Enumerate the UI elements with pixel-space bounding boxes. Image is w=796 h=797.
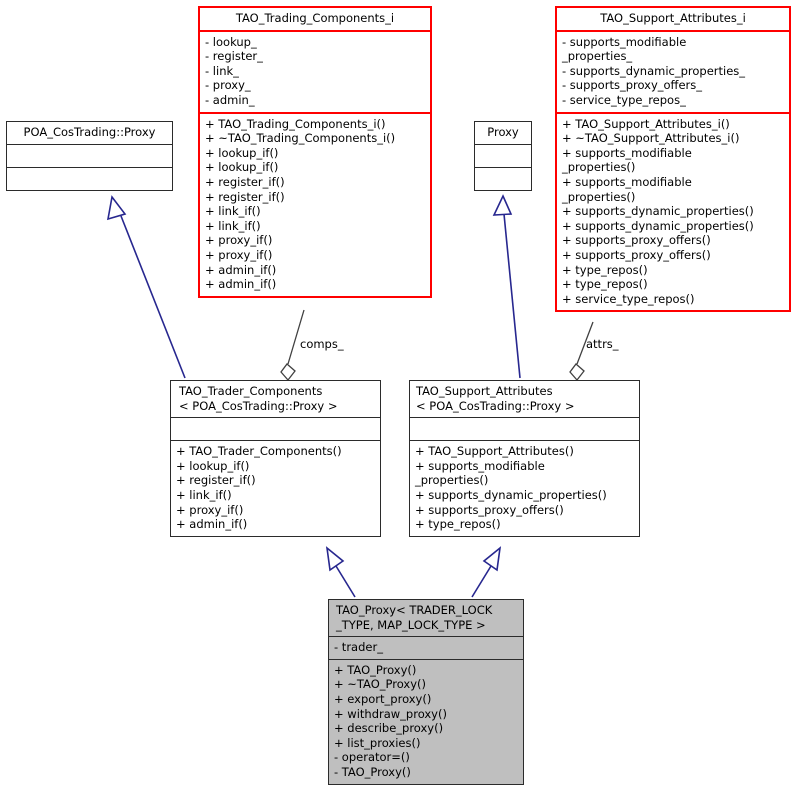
- inheritance-trader-components-to-poa-proxy: [106, 195, 186, 379]
- member-row: + type_repos(): [562, 262, 648, 277]
- member-row: + supports_modifiable _properties(): [415, 458, 545, 488]
- class-title: TAO_Trader_Components < POA_CosTrading::…: [179, 384, 338, 413]
- member-row: + TAO_Support_Attributes_i(): [562, 116, 730, 131]
- member-row: + admin_if(): [176, 517, 248, 532]
- class-tao-proxy[interactable]: TAO_Proxy< TRADER_LOCK _TYPE, MAP_LOCK_T…: [328, 599, 524, 785]
- class-poa-costrading-proxy[interactable]: POA_CosTrading::Proxy: [6, 121, 173, 191]
- class-attributes-section: - trader_: [329, 636, 523, 659]
- class-tao-support-attributes[interactable]: TAO_Support_Attributes < POA_CosTrading:…: [409, 380, 640, 537]
- aggregation-attrs: [569, 321, 594, 382]
- inheritance-support-attributes-to-proxy: [492, 194, 521, 379]
- member-row: + link_if(): [205, 218, 261, 233]
- member-row: + admin_if(): [205, 277, 277, 292]
- member-row: + lookup_if(): [205, 145, 279, 160]
- member-row: + ~TAO_Support_Attributes_i(): [562, 131, 740, 146]
- member-row: + type_repos(): [562, 277, 648, 292]
- member-row: - admin_: [205, 92, 255, 107]
- inheritance-tao-proxy-to-trader-components: [325, 546, 356, 598]
- member-row: + TAO_Trader_Components(): [176, 444, 342, 459]
- member-row: + TAO_Support_Attributes(): [415, 444, 574, 459]
- member-row: + supports_proxy_offers(): [415, 502, 564, 517]
- class-title: TAO_Proxy< TRADER_LOCK _TYPE, MAP_LOCK_T…: [336, 603, 493, 632]
- member-row: + supports_modifiable _properties(): [562, 145, 692, 175]
- class-title: TAO_Support_Attributes < POA_CosTrading:…: [416, 384, 575, 413]
- member-row: + link_if(): [176, 487, 232, 502]
- class-attributes-section: [410, 417, 639, 440]
- member-row: + ~TAO_Trading_Components_i(): [205, 131, 396, 146]
- member-row: - supports_proxy_offers_: [562, 78, 703, 93]
- edge-label-comps: comps_: [300, 337, 344, 351]
- class-title: TAO_Trading_Components_i: [235, 11, 395, 25]
- member-row: - trader_: [334, 640, 383, 655]
- member-row: + supports_dynamic_properties(): [562, 218, 754, 233]
- class-operations-section: + TAO_Trading_Components_i() + ~TAO_Tradi…: [200, 111, 430, 296]
- class-attributes-section: [171, 417, 380, 440]
- member-row: - lookup_: [205, 34, 257, 49]
- member-row: + describe_proxy(): [334, 721, 444, 736]
- class-operations-section: + TAO_Trader_Components() + lookup_if() + …: [171, 440, 380, 536]
- member-row: - service_type_repos_: [562, 92, 686, 107]
- member-row: + admin_if(): [205, 262, 277, 277]
- member-row: - operator=(): [334, 750, 410, 765]
- member-row: + service_type_repos(): [562, 291, 695, 306]
- class-tao-trading-components-i[interactable]: TAO_Trading_Components_i - lookup_ - regi…: [198, 6, 432, 298]
- class-operations-section: + TAO_Support_Attributes() + supports_mod…: [410, 440, 639, 536]
- class-attributes-section: [475, 143, 531, 167]
- member-row: + supports_proxy_offers(): [562, 247, 711, 262]
- class-operations-section: + TAO_Proxy() + ~TAO_Proxy() + export_prox…: [329, 658, 523, 784]
- member-row: + TAO_Trading_Components_i(): [205, 116, 386, 131]
- member-row: + TAO_Proxy(): [334, 662, 417, 677]
- member-row: + type_repos(): [415, 517, 501, 532]
- edge-label-attrs: attrs_: [586, 337, 619, 351]
- member-row: + withdraw_proxy(): [334, 706, 447, 721]
- member-row: + register_if(): [176, 473, 256, 488]
- member-row: + supports_modifiable _properties(): [562, 174, 692, 204]
- class-title: TAO_Support_Attributes_i: [600, 11, 746, 25]
- class-operations-section: [7, 166, 172, 190]
- member-row: + register_if(): [205, 174, 285, 189]
- class-attributes-section: [7, 143, 172, 167]
- member-row: + list_proxies(): [334, 735, 421, 750]
- class-attributes-section: - lookup_ - register_ - link_ - proxy_ - adm…: [200, 29, 430, 112]
- member-row: + proxy_if(): [205, 233, 273, 248]
- uml-class-diagram: POA_CosTrading::Proxy Proxy TAO_Trading_…: [0, 0, 796, 797]
- class-title: Proxy: [487, 125, 519, 139]
- member-row: + supports_dynamic_properties(): [562, 204, 754, 219]
- member-row: + link_if(): [205, 204, 261, 219]
- member-row: + proxy_if(): [176, 502, 244, 517]
- class-title: POA_CosTrading::Proxy: [23, 125, 156, 139]
- member-row: + lookup_if(): [176, 458, 250, 473]
- member-row: + lookup_if(): [205, 160, 279, 175]
- member-row: - TAO_Proxy(): [334, 764, 411, 779]
- member-row: - proxy_: [205, 78, 251, 93]
- member-row: + export_proxy(): [334, 691, 432, 706]
- class-operations-section: [475, 166, 531, 190]
- member-row: - supports_dynamic_properties_: [562, 63, 746, 78]
- inheritance-tao-proxy-to-support-attributes: [471, 546, 502, 598]
- member-row: + supports_dynamic_properties(): [415, 487, 607, 502]
- class-attributes-section: - supports_modifiable _properties_ - supp…: [557, 29, 789, 112]
- member-row: - supports_modifiable _properties_: [562, 34, 687, 64]
- member-row: - register_: [205, 49, 263, 64]
- class-tao-support-attributes-i[interactable]: TAO_Support_Attributes_i - supports_modi…: [555, 6, 791, 313]
- member-row: - link_: [205, 63, 239, 78]
- member-row: + supports_proxy_offers(): [562, 233, 711, 248]
- class-proxy[interactable]: Proxy: [474, 121, 532, 191]
- member-row: + register_if(): [205, 189, 285, 204]
- member-row: + ~TAO_Proxy(): [334, 677, 426, 692]
- class-tao-trader-components[interactable]: TAO_Trader_Components < POA_CosTrading::…: [170, 380, 381, 537]
- class-operations-section: + TAO_Support_Attributes_i() + ~TAO_Suppo…: [557, 111, 789, 311]
- member-row: + proxy_if(): [205, 247, 273, 262]
